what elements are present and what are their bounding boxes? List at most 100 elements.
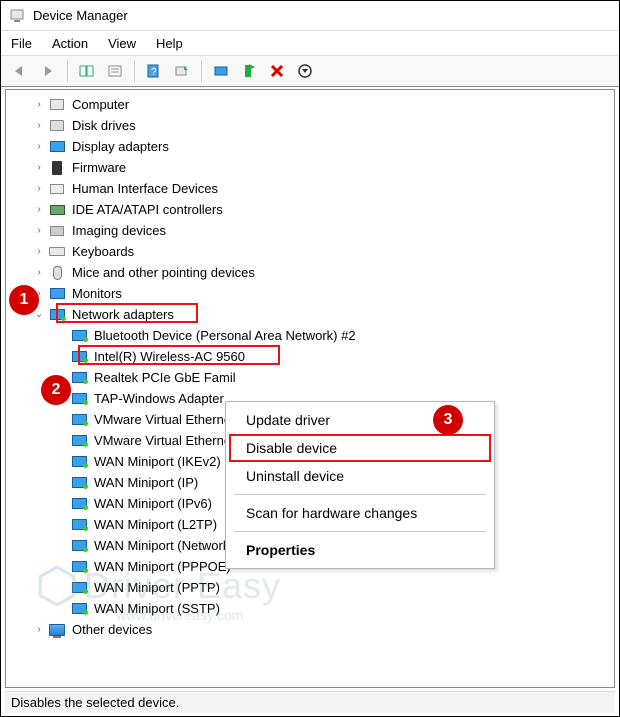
twisty-spacer — [54, 350, 68, 364]
chevron-right-icon[interactable]: › — [32, 182, 46, 196]
uninstall-button[interactable] — [264, 59, 290, 83]
net-icon — [48, 307, 66, 323]
context-item[interactable]: Properties — [228, 536, 492, 564]
context-menu: Update driverDisable deviceUninstall dev… — [225, 401, 495, 569]
scan-button[interactable] — [169, 59, 195, 83]
context-item[interactable]: Uninstall device — [228, 462, 492, 490]
menu-help[interactable]: Help — [156, 36, 183, 51]
twisty-spacer — [54, 560, 68, 574]
network-adapter-icon — [70, 370, 88, 386]
tree-category[interactable]: ›Monitors — [10, 283, 614, 304]
tree-label: Keyboards — [72, 244, 134, 259]
kb-icon — [48, 244, 66, 260]
tree-device[interactable]: Realtek PCIe GbE Famil — [10, 367, 614, 388]
tree-category[interactable]: › Imaging devices — [10, 220, 614, 241]
tree-label: Imaging devices — [72, 223, 166, 238]
svg-text:?: ? — [151, 67, 157, 78]
update-driver-button[interactable] — [208, 59, 234, 83]
menu-action[interactable]: Action — [52, 36, 88, 51]
chevron-right-icon[interactable]: › — [32, 245, 46, 259]
disk-icon — [48, 118, 66, 134]
network-adapter-icon — [70, 349, 88, 365]
mouse-icon — [48, 265, 66, 281]
tree-label: WAN Miniport (IP) — [94, 475, 198, 490]
forward-button[interactable] — [35, 59, 61, 83]
tree-category[interactable]: ›Firmware — [10, 157, 614, 178]
network-adapter-icon — [70, 433, 88, 449]
chevron-right-icon[interactable]: › — [32, 287, 46, 301]
tree-category[interactable]: › Keyboards — [10, 241, 614, 262]
tree-label: Human Interface Devices — [72, 181, 218, 196]
tree-label: Other devices — [72, 622, 152, 637]
chevron-down-icon[interactable]: ⌄ — [32, 308, 46, 322]
chevron-right-icon[interactable]: › — [32, 161, 46, 175]
tree-label: Realtek PCIe GbE Famil — [94, 370, 236, 385]
chevron-right-icon[interactable]: › — [32, 203, 46, 217]
tree-label: Computer — [72, 97, 129, 112]
toolbar-separator — [67, 60, 68, 82]
tree-label: Bluetooth Device (Personal Area Network)… — [94, 328, 356, 343]
chevron-right-icon[interactable]: › — [32, 266, 46, 280]
device-tree-pane: ›Computer›Disk drives›Display adapters›F… — [5, 89, 615, 688]
tree-category[interactable]: ›Disk drives — [10, 115, 614, 136]
fw-icon — [48, 160, 66, 176]
twisty-spacer — [54, 455, 68, 469]
context-separator — [234, 494, 486, 495]
context-separator — [234, 531, 486, 532]
context-item[interactable]: Scan for hardware changes — [228, 499, 492, 527]
tree-label: Mice and other pointing devices — [72, 265, 255, 280]
enable-device-button[interactable] — [236, 59, 262, 83]
tree-category[interactable]: › Other devices — [10, 619, 614, 640]
context-item[interactable]: Disable device — [228, 434, 492, 462]
tree-category[interactable]: › Mice and other pointing devices — [10, 262, 614, 283]
tree-label: WAN Miniport (PPTP) — [94, 580, 220, 595]
tree-category[interactable]: › Human Interface Devices — [10, 178, 614, 199]
network-adapter-icon — [70, 454, 88, 470]
img-icon — [48, 223, 66, 239]
network-adapter-icon — [70, 559, 88, 575]
twisty-spacer — [54, 602, 68, 616]
tree-label: Display adapters — [72, 139, 169, 154]
ide-icon — [48, 202, 66, 218]
tree-label: WAN Miniport (SSTP) — [94, 601, 220, 616]
menubar: File Action View Help — [1, 31, 619, 55]
twisty-spacer — [54, 413, 68, 427]
hid-icon — [48, 181, 66, 197]
tree-category[interactable]: › IDE ATA/ATAPI controllers — [10, 199, 614, 220]
chevron-right-icon[interactable]: › — [32, 623, 46, 637]
tree-category[interactable]: ⌄Network adapters — [10, 304, 614, 325]
menu-file[interactable]: File — [11, 36, 32, 51]
context-item[interactable]: Update driver — [228, 406, 492, 434]
tree-device[interactable]: Intel(R) Wireless-AC 9560 — [10, 346, 614, 367]
tree-category[interactable]: › Display adapters — [10, 136, 614, 157]
tree-label: TAP-Windows Adapter — [94, 391, 224, 406]
mon-icon — [48, 139, 66, 155]
help-button[interactable]: ? — [141, 59, 167, 83]
chevron-right-icon[interactable]: › — [32, 140, 46, 154]
chevron-right-icon[interactable]: › — [32, 119, 46, 133]
tree-device[interactable]: Bluetooth Device (Personal Area Network)… — [10, 325, 614, 346]
properties-button[interactable] — [102, 59, 128, 83]
toolbar-separator — [201, 60, 202, 82]
disable-button[interactable] — [292, 59, 318, 83]
tree-label: WAN Miniport (PPPOE) — [94, 559, 231, 574]
tree-label: WAN Miniport (L2TP) — [94, 517, 217, 532]
menu-view[interactable]: View — [108, 36, 136, 51]
show-hide-tree-button[interactable] — [74, 59, 100, 83]
tree-label: WAN Miniport (IKEv2) — [94, 454, 221, 469]
network-adapter-icon — [70, 538, 88, 554]
network-adapter-icon — [70, 517, 88, 533]
tree-category[interactable]: › Computer — [10, 94, 614, 115]
window-title: Device Manager — [33, 8, 128, 23]
network-adapter-icon — [70, 601, 88, 617]
network-adapter-icon — [70, 475, 88, 491]
back-button[interactable] — [7, 59, 33, 83]
tree-device[interactable]: WAN Miniport (SSTP) — [10, 598, 614, 619]
tree-label: IDE ATA/ATAPI controllers — [72, 202, 223, 217]
chevron-right-icon[interactable]: › — [32, 98, 46, 112]
twisty-spacer — [54, 329, 68, 343]
statusbar: Disables the selected device. — [5, 691, 615, 713]
tree-device[interactable]: WAN Miniport (PPTP) — [10, 577, 614, 598]
network-adapter-icon — [70, 580, 88, 596]
chevron-right-icon[interactable]: › — [32, 224, 46, 238]
